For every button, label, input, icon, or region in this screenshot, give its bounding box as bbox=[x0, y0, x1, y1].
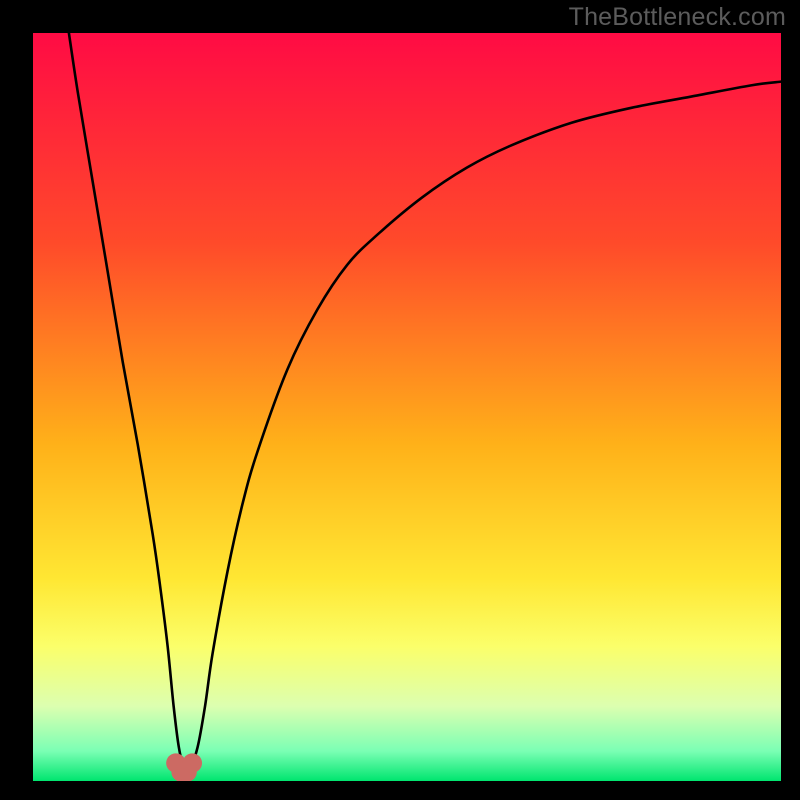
gradient-background bbox=[33, 33, 781, 781]
chart-frame: TheBottleneck.com bbox=[0, 0, 800, 800]
sweet-spot-right bbox=[183, 753, 202, 772]
watermark-label: TheBottleneck.com bbox=[569, 3, 786, 32]
bottleneck-chart bbox=[33, 33, 781, 781]
plot-area bbox=[33, 33, 781, 781]
